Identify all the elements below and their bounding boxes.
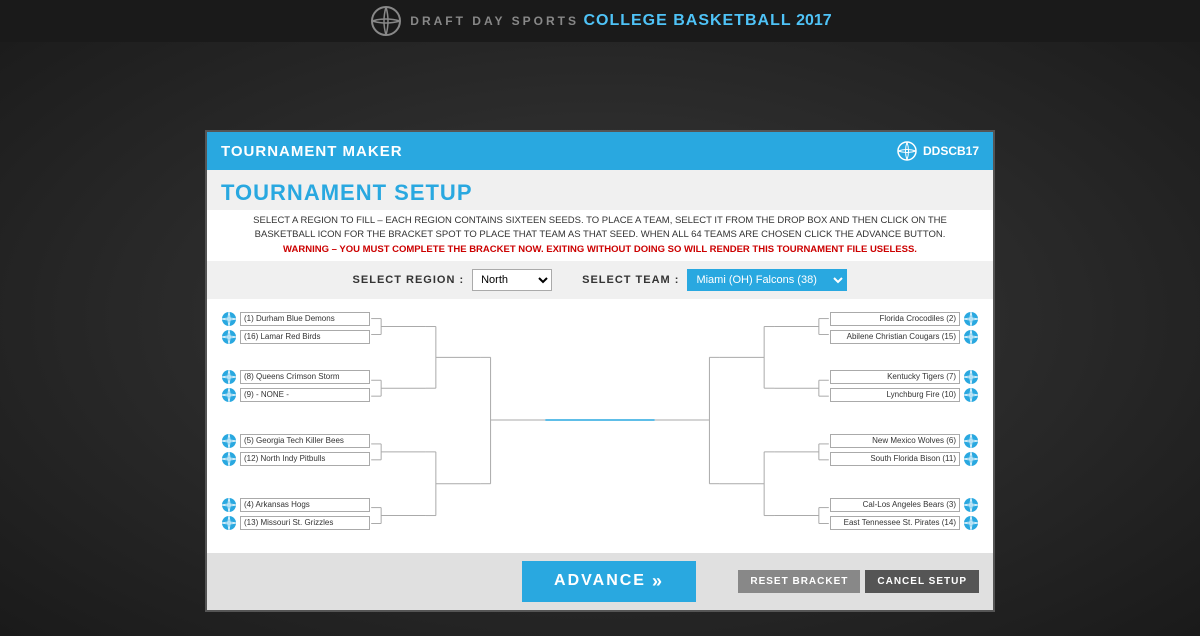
modal-basketball-icon	[896, 140, 918, 162]
right-team-3-entry: Cal-Los Angeles Bears (3)	[830, 497, 979, 513]
select-row: SELECT REGION : North South East West SE…	[207, 261, 993, 299]
team-select[interactable]: Miami (OH) Falcons (38)	[687, 269, 847, 291]
left-team-1-entry: (1) Durham Blue Demons	[221, 311, 370, 327]
bb-icon-r6[interactable]	[963, 433, 979, 449]
left-team-5-entry: (5) Georgia Tech Killer Bees	[221, 433, 370, 449]
left-team-8-box: (8) Queens Crimson Storm	[240, 370, 370, 384]
left-team-4-entry: (4) Arkansas Hogs	[221, 497, 370, 513]
bb-icon-12[interactable]	[221, 451, 237, 467]
right-group-4: Cal-Los Angeles Bears (3) East Tennessee…	[830, 497, 979, 533]
bb-icon-r2[interactable]	[963, 311, 979, 327]
bb-icon-8[interactable]	[221, 369, 237, 385]
left-group-1: (1) Durham Blue Demons (16) Lamar Red Bi…	[221, 311, 370, 347]
warning-text: WARNING – YOU MUST COMPLETE THE BRACKET …	[283, 244, 917, 255]
instructions: SELECT A REGION TO FILL – EACH REGION CO…	[207, 210, 993, 261]
left-team-9-box: (9) - NONE -	[240, 388, 370, 402]
right-team-10-box: Lynchburg Fire (10)	[830, 388, 960, 402]
modal-logo: DDSCB17	[896, 140, 979, 162]
bb-icon-r3[interactable]	[963, 497, 979, 513]
cancel-setup-button[interactable]: CANCEL SETUP	[865, 570, 979, 593]
right-team-14-entry: East Tennessee St. Pirates (14)	[830, 515, 979, 531]
tournament-modal: TOURNAMENT MAKER DDSCB17 TOURNAMENT SETU…	[205, 130, 995, 612]
left-team-12-entry: (12) North Indy Pitbulls	[221, 451, 370, 467]
right-group-3: New Mexico Wolves (6) South Florida Biso…	[830, 433, 979, 469]
right-team-11-box: South Florida Bison (11)	[830, 452, 960, 466]
left-team-13-box: (13) Missouri St. Grizzles	[240, 516, 370, 530]
region-select-group: SELECT REGION : North South East West	[353, 269, 553, 291]
right-team-7-entry: Kentucky Tigers (7)	[830, 369, 979, 385]
advance-label: ADVANCE	[554, 572, 646, 590]
left-group-3: (5) Georgia Tech Killer Bees (12) North …	[221, 433, 370, 469]
modal-footer: ADVANCE » RESET BRACKET CANCEL SETUP	[207, 553, 993, 610]
right-team-11-entry: South Florida Bison (11)	[830, 451, 979, 467]
right-team-14-box: East Tennessee St. Pirates (14)	[830, 516, 960, 530]
bb-icon-1[interactable]	[221, 311, 237, 327]
footer-center: ADVANCE »	[480, 561, 739, 602]
left-team-12-box: (12) North Indy Pitbulls	[240, 452, 370, 466]
modal-header: TOURNAMENT MAKER DDSCB17	[207, 132, 993, 170]
left-team-1-box: (1) Durham Blue Demons	[240, 312, 370, 326]
right-group-1: Florida Crocodiles (2) Abilene Christian…	[830, 311, 979, 347]
logo-area: DRAFT DAY SPORTS COLLEGE BASKETBALL 2017	[368, 3, 831, 39]
bb-icon-r10[interactable]	[963, 387, 979, 403]
bb-icon-5[interactable]	[221, 433, 237, 449]
region-label: SELECT REGION :	[353, 274, 465, 286]
right-team-2-entry: Florida Crocodiles (2)	[830, 311, 979, 327]
right-team-6-box: New Mexico Wolves (6)	[830, 434, 960, 448]
advance-chevrons-icon: »	[652, 571, 664, 592]
brand-text: DRAFT DAY SPORTS COLLEGE BASKETBALL 2017	[410, 12, 831, 30]
left-group-2: (8) Queens Crimson Storm (9) - NONE -	[221, 369, 370, 405]
team-select-group: SELECT TEAM : Miami (OH) Falcons (38)	[582, 269, 847, 291]
bb-icon-16[interactable]	[221, 329, 237, 345]
modal-header-title: TOURNAMENT MAKER	[221, 143, 403, 160]
top-bar: DRAFT DAY SPORTS COLLEGE BASKETBALL 2017	[0, 0, 1200, 42]
right-team-6-entry: New Mexico Wolves (6)	[830, 433, 979, 449]
modal-logo-text: DDSCB17	[923, 144, 979, 158]
left-team-16-entry: (16) Lamar Red Birds	[221, 329, 370, 345]
advance-button[interactable]: ADVANCE »	[522, 561, 696, 602]
bb-icon-r15[interactable]	[963, 329, 979, 345]
left-team-9-entry: (9) - NONE -	[221, 387, 370, 403]
left-team-4-box: (4) Arkansas Hogs	[240, 498, 370, 512]
right-group-2: Kentucky Tigers (7) Lynchburg Fire (10)	[830, 369, 979, 405]
footer-right: RESET BRACKET CANCEL SETUP	[738, 570, 979, 593]
modal-body: TOURNAMENT SETUP SELECT A REGION TO FILL…	[207, 170, 993, 553]
right-team-10-entry: Lynchburg Fire (10)	[830, 387, 979, 403]
left-team-13-entry: (13) Missouri St. Grizzles	[221, 515, 370, 531]
bb-icon-13[interactable]	[221, 515, 237, 531]
bb-icon-9[interactable]	[221, 387, 237, 403]
right-team-15-entry: Abilene Christian Cougars (15)	[830, 329, 979, 345]
bb-icon-r14[interactable]	[963, 515, 979, 531]
team-label: SELECT TEAM :	[582, 274, 679, 286]
section-title: TOURNAMENT SETUP	[207, 170, 993, 210]
right-team-2-box: Florida Crocodiles (2)	[830, 312, 960, 326]
region-select[interactable]: North South East West	[472, 269, 552, 291]
bb-icon-4[interactable]	[221, 497, 237, 513]
basketball-logo-icon	[368, 3, 404, 39]
left-team-8-entry: (8) Queens Crimson Storm	[221, 369, 370, 385]
bb-icon-r11[interactable]	[963, 451, 979, 467]
bb-icon-r7[interactable]	[963, 369, 979, 385]
right-team-7-box: Kentucky Tigers (7)	[830, 370, 960, 384]
reset-bracket-button[interactable]: RESET BRACKET	[738, 570, 860, 593]
bracket-area: (1) Durham Blue Demons (16) Lamar Red Bi…	[207, 299, 993, 553]
left-team-5-box: (5) Georgia Tech Killer Bees	[240, 434, 370, 448]
left-group-4: (4) Arkansas Hogs (13) Missouri St. Griz…	[221, 497, 370, 533]
right-team-15-box: Abilene Christian Cougars (15)	[830, 330, 960, 344]
left-team-16-box: (16) Lamar Red Birds	[240, 330, 370, 344]
right-team-3-box: Cal-Los Angeles Bears (3)	[830, 498, 960, 512]
